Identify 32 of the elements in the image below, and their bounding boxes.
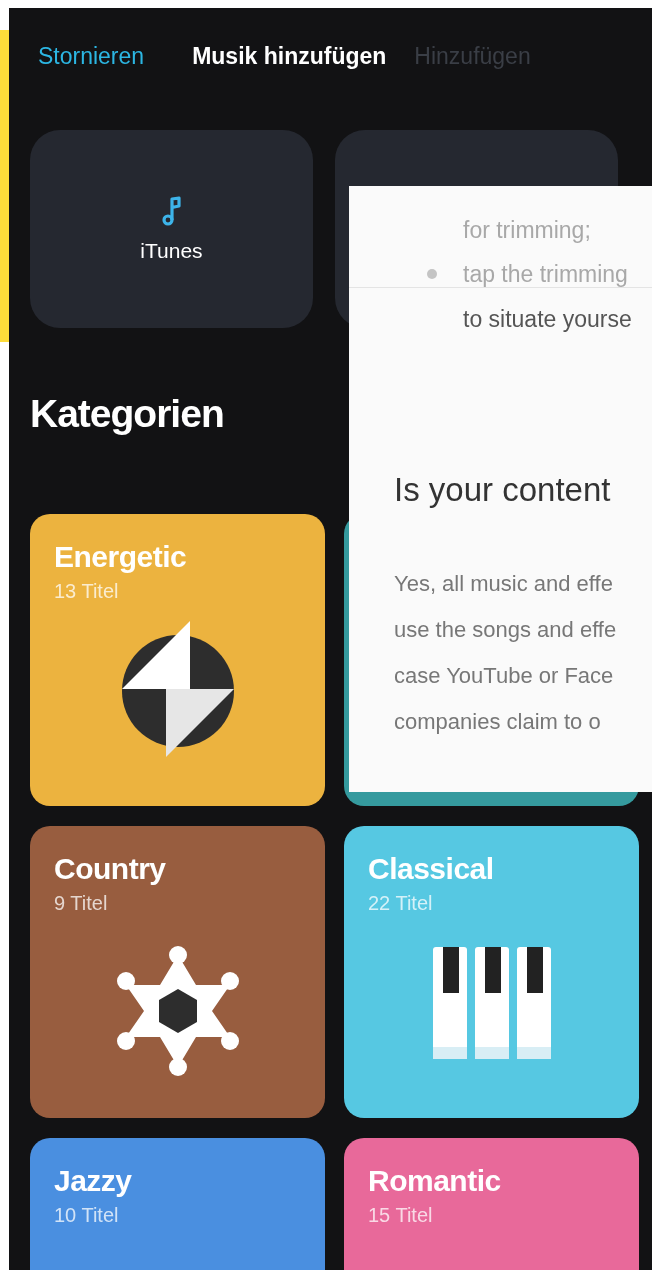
category-title: Romantic <box>368 1164 501 1198</box>
track-count: 10 Titel <box>54 1204 119 1227</box>
screen-title: Musik hinzufügen <box>192 42 387 70</box>
paragraph-line: case YouTube or Face <box>394 662 615 690</box>
section-heading: Is your content <box>394 471 612 509</box>
category-card[interactable]: Classical 22 Titel <box>344 826 639 1118</box>
faded-text: for trimming; <box>463 216 591 244</box>
category-card[interactable]: Energetic 13 Titel <box>30 514 325 806</box>
category-title: Jazzy <box>54 1164 132 1198</box>
sheriff-star-icon <box>115 945 240 1077</box>
source-tile[interactable]: iTunes <box>30 130 313 328</box>
category-title: Energetic <box>54 540 187 574</box>
music-note-icon <box>161 195 182 227</box>
piano-keys-icon <box>432 947 551 1059</box>
category-card[interactable]: Jazzy 10 Titel <box>30 1138 325 1270</box>
cancel-button[interactable]: Stornieren <box>38 42 145 70</box>
faded-text: tap the trimming <box>463 260 628 288</box>
section-title: Kategorien <box>30 392 225 437</box>
category-card[interactable]: Romantic 15 Titel <box>344 1138 639 1270</box>
category-card[interactable]: Country 9 Titel <box>30 826 325 1118</box>
category-title: Classical <box>368 852 494 886</box>
category-title: Country <box>54 852 166 886</box>
track-count: 22 Titel <box>368 892 433 915</box>
paragraph-line: companies claim to o <box>394 708 602 736</box>
source-label: iTunes <box>140 239 203 263</box>
paragraph-line: use the songs and effe <box>394 616 618 644</box>
track-count: 9 Titel <box>54 892 108 915</box>
bullet-dot <box>427 269 437 279</box>
body-text: to situate yourse <box>463 306 633 333</box>
paragraph-line: Yes, all music and effe <box>394 570 614 598</box>
track-count: 15 Titel <box>368 1204 433 1227</box>
track-count: 13 Titel <box>54 580 119 603</box>
